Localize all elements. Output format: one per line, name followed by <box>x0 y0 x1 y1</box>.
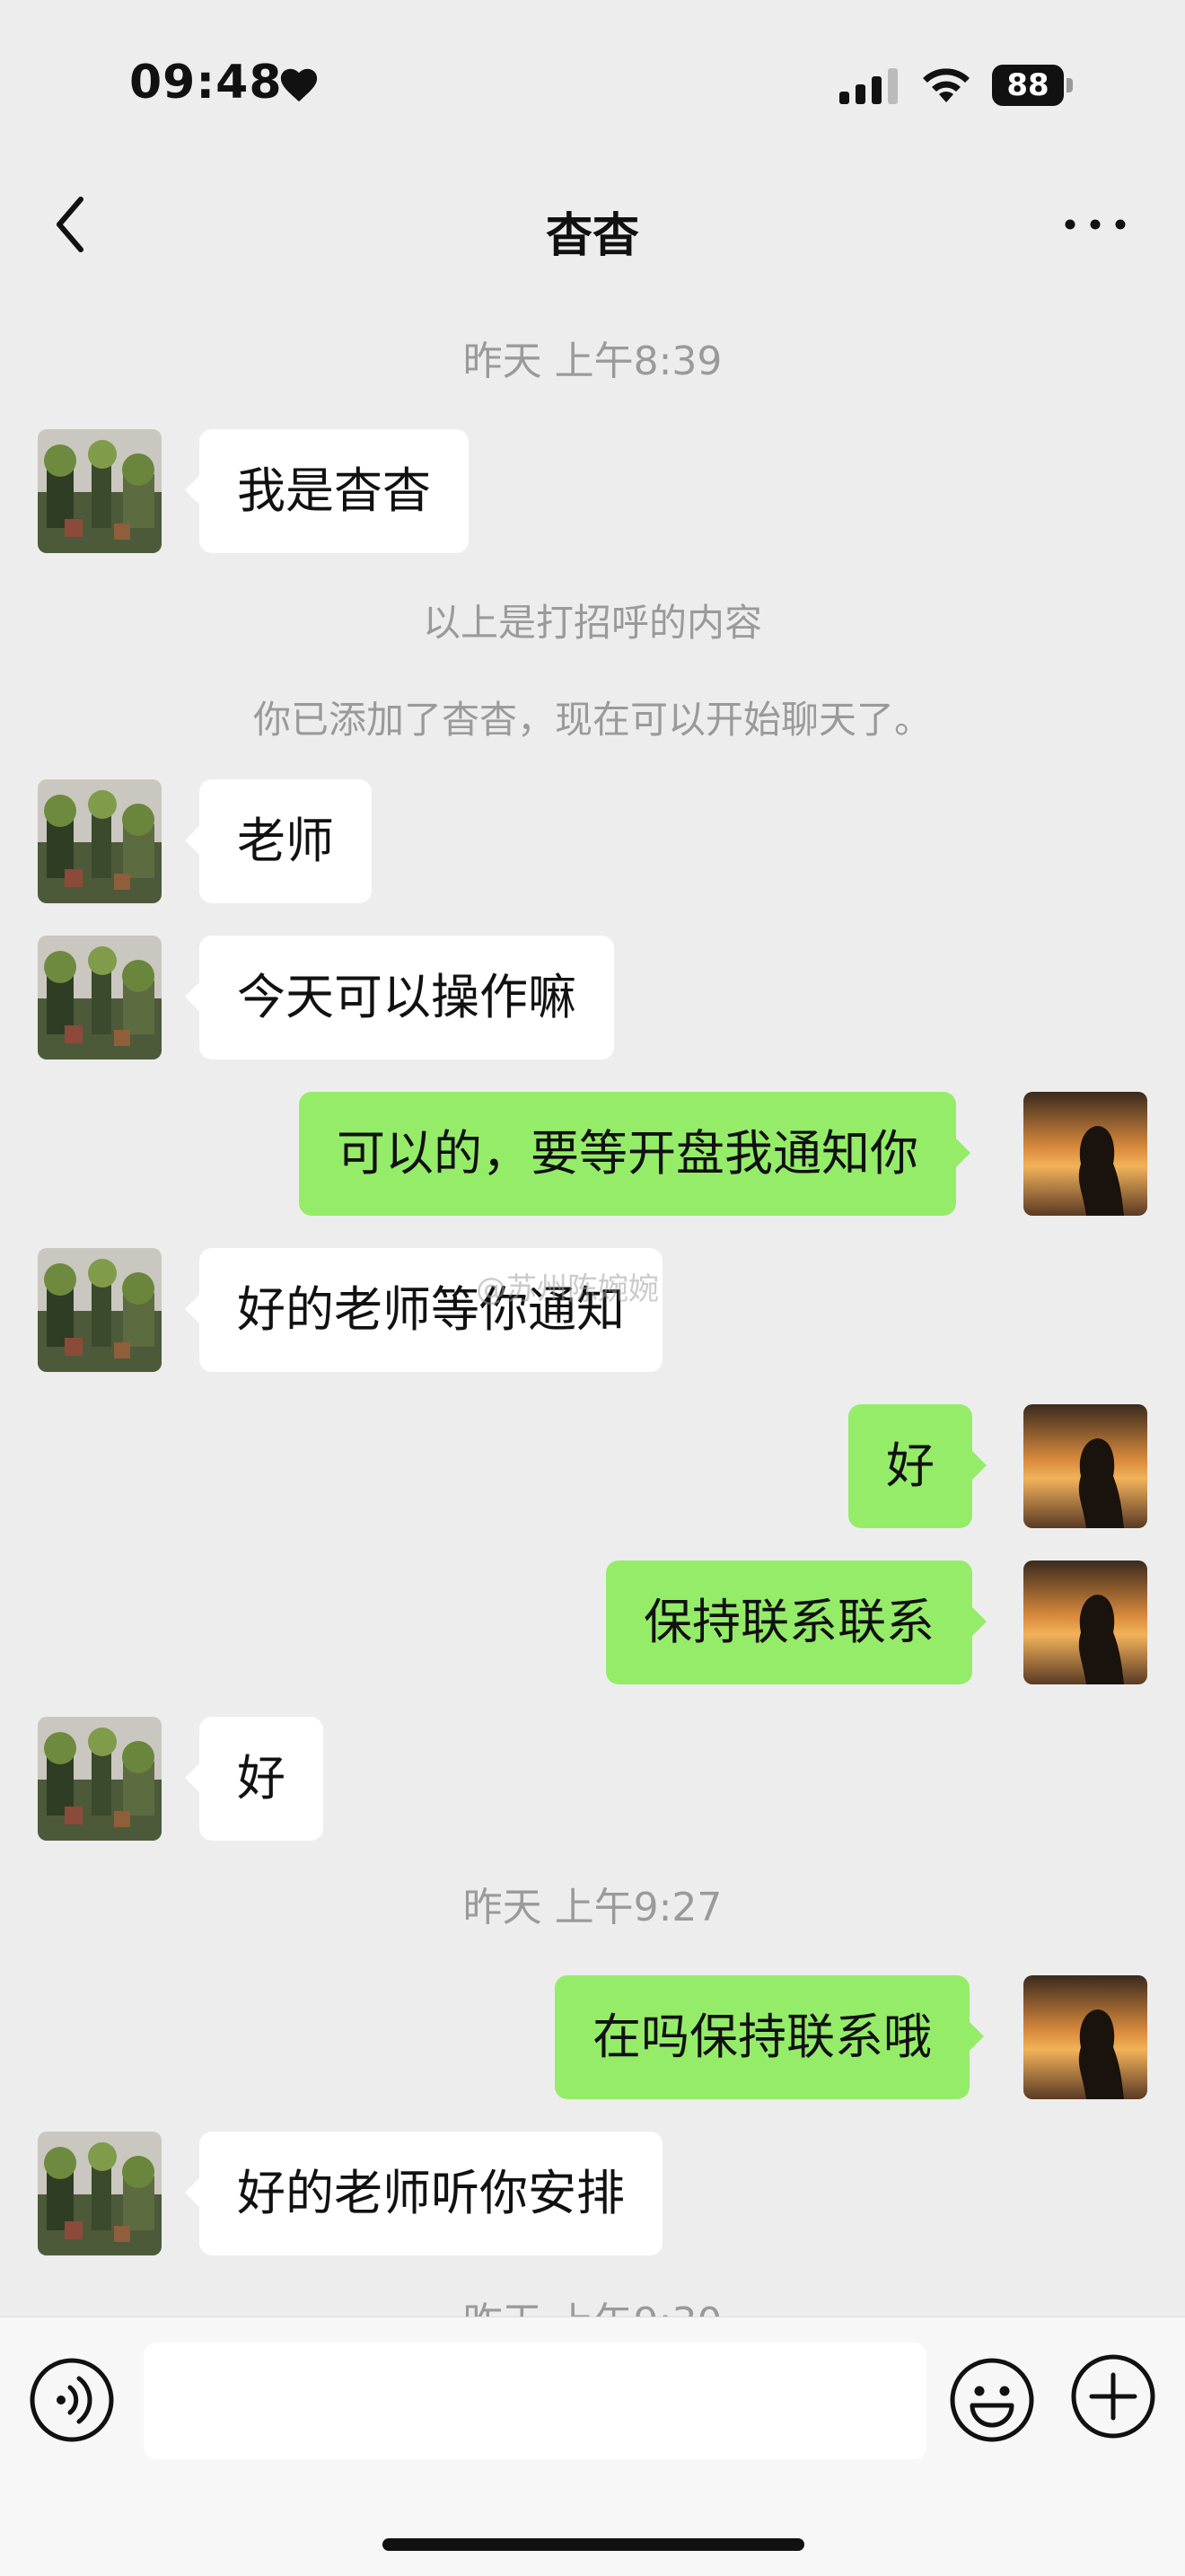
message-input[interactable] <box>144 2343 926 2459</box>
my-avatar[interactable] <box>1023 1092 1147 1216</box>
contact-avatar[interactable] <box>38 429 162 553</box>
system-message: 你已添加了杳杳，现在可以开始聊天了。 <box>252 698 932 742</box>
outgoing-message[interactable]: 可以的，要等开盘我通知你 <box>299 1092 970 1216</box>
incoming-message[interactable]: 好的老师听你安排 <box>185 2132 663 2255</box>
outgoing-message[interactable]: 保持联系联系 <box>606 1561 987 1684</box>
home-indicator <box>382 2538 804 2551</box>
contact-avatar[interactable] <box>38 2132 162 2255</box>
emoji-icon[interactable] <box>949 2357 1035 2443</box>
system-message: 以上是打招呼的内容 <box>422 601 762 645</box>
timestamp: 昨天 上午9:30 <box>0 2290 1185 2317</box>
incoming-message[interactable]: 老师 <box>185 779 372 903</box>
contact-avatar[interactable] <box>38 1717 162 1841</box>
message-list[interactable]: 昨天 上午8:39 我是杳杳 以上是打招呼的内容 你已添加了杳杳，现在可以开始聊… <box>0 0 1185 2317</box>
timestamp: 昨天 上午9:27 <box>462 1885 723 1930</box>
voice-icon[interactable] <box>29 2357 115 2443</box>
incoming-message[interactable]: 今天可以操作嘛 <box>185 936 614 1059</box>
contact-avatar[interactable] <box>38 936 162 1059</box>
outgoing-message[interactable]: 在吗保持联系哦 <box>555 1975 984 2099</box>
my-avatar[interactable] <box>1023 1975 1147 2099</box>
contact-avatar[interactable] <box>38 1248 162 1372</box>
my-avatar[interactable] <box>1023 1404 1147 1528</box>
incoming-message[interactable]: 我是杳杳 <box>185 429 469 553</box>
watermark: @苏州陈婉婉 <box>476 1271 659 1307</box>
plus-icon[interactable] <box>1070 2353 1156 2440</box>
incoming-message[interactable]: 好 <box>185 1717 323 1841</box>
timestamp: 昨天 上午8:39 <box>462 338 723 384</box>
contact-avatar[interactable] <box>38 779 162 903</box>
input-bar <box>0 2317 1185 2576</box>
my-avatar[interactable] <box>1023 1561 1147 1684</box>
outgoing-message[interactable]: 好 <box>848 1404 987 1528</box>
